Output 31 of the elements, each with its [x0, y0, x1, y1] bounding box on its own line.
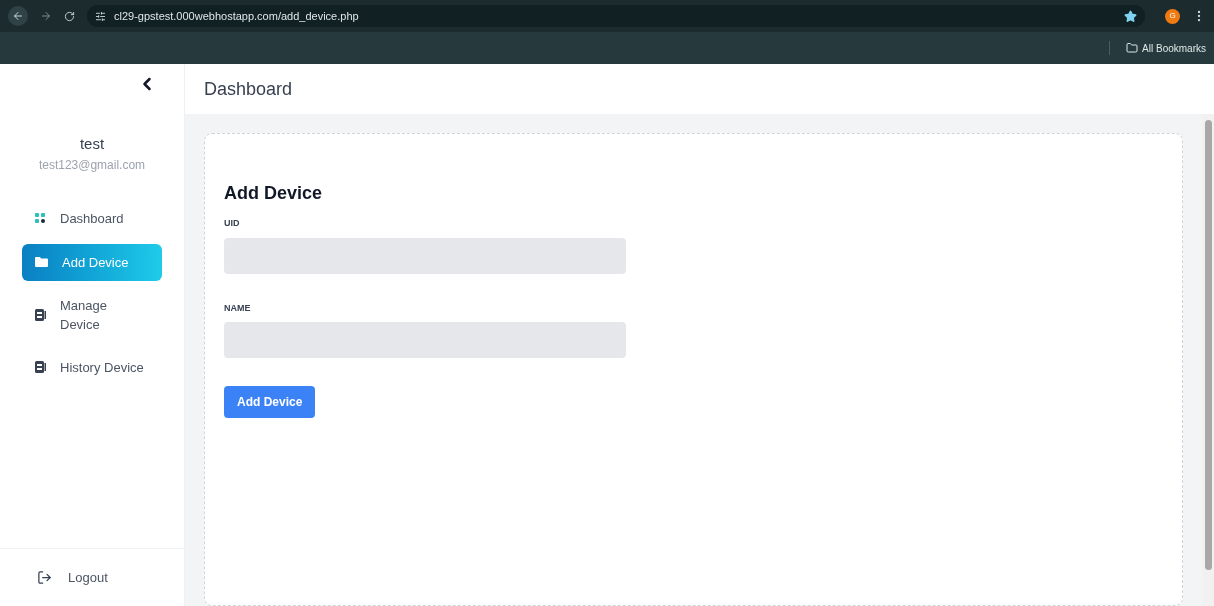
logout-button[interactable]: Logout: [37, 567, 108, 588]
folder-icon: [1126, 42, 1139, 54]
nav-item[interactable]: History Device: [22, 348, 162, 386]
url-text: cl29-gpstest.000webhostapp.com/add_device.php: [114, 8, 359, 24]
scrollbar[interactable]: [1202, 114, 1214, 606]
field-label: NAME: [224, 301, 252, 315]
grid-dots-icon: [35, 212, 46, 224]
input-field[interactable]: [224, 322, 626, 358]
input-field[interactable]: [224, 237, 626, 274]
back-button[interactable]: [8, 6, 28, 26]
address-bar[interactable]: cl29-gpstest.000webhostapp.com/add_device.php: [87, 5, 1145, 27]
bookmark-star-icon[interactable]: [1124, 9, 1137, 23]
forward-button[interactable]: [40, 10, 52, 22]
form-title: Add Device: [224, 182, 324, 205]
page-title: Dashboard: [204, 77, 293, 101]
folder-icon: [35, 257, 48, 267]
forward-arrow-icon: [40, 10, 52, 22]
reload-icon: [64, 10, 75, 22]
user-email: test123@gmail.com: [38, 156, 146, 174]
all-bookmarks-button[interactable]: All Bookmarks: [1118, 40, 1206, 56]
book-icon: [35, 361, 46, 373]
reload-button[interactable]: [64, 10, 75, 22]
field-label: UID: [224, 217, 241, 230]
add-device-button[interactable]: Add Device: [224, 386, 316, 418]
site-settings-icon[interactable]: [95, 10, 106, 22]
back-arrow-icon: [12, 10, 24, 22]
nav-item[interactable]: Dashboard: [22, 199, 162, 237]
nav-item[interactable]: Manage Device: [22, 287, 162, 342]
user-name: test: [79, 134, 105, 154]
logout-icon: [37, 570, 52, 585]
book-icon: [35, 308, 46, 321]
